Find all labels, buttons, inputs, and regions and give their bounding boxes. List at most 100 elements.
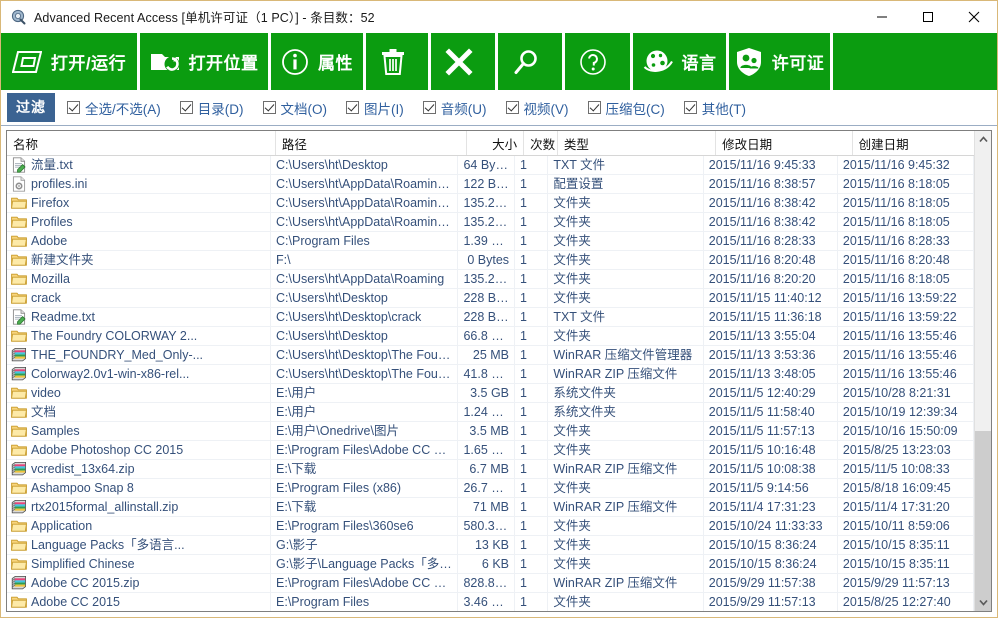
table-row[interactable]: The Foundry COLORWAY 2... C:\Users\ht\Des… (7, 326, 974, 346)
help-button[interactable] (565, 33, 630, 90)
table-row[interactable]: Adobe CC 2015.zip E:\Program Files\Adobe … (7, 573, 974, 593)
cell-path: C:\Users\ht\Desktop\The Foundry COLORWAY… (271, 364, 459, 384)
filter-checkbox-image[interactable]: 图片(I) (346, 98, 404, 118)
table-row[interactable]: Profiles C:\Users\ht\AppData\Roaming\Mozi… (7, 212, 974, 232)
folder-icon (11, 539, 27, 551)
table-row[interactable]: Adobe CC 2015 E:\Program Files 3.46 GB 1 文件夹… (7, 592, 974, 611)
table-row[interactable]: Colorway2.0v1-win-x86-rel... C:\Users\ht\… (7, 364, 974, 384)
folder-icon (11, 444, 27, 456)
cell-modified: 2015/11/15 11:40:12 (704, 288, 838, 308)
table-row[interactable]: Firefox C:\Users\ht\AppData\Roaming\Mozil… (7, 193, 974, 213)
checkbox-icon[interactable] (505, 101, 519, 114)
delete-button[interactable] (366, 33, 428, 90)
table-row[interactable]: Language Packs「多语言... G:\影子 13 KB 1 文件夹 2015/… (7, 535, 974, 555)
checkbox-icon[interactable] (67, 101, 80, 114)
cell-created: 2015/11/16 8:18:05 (838, 174, 974, 194)
table-row[interactable]: rtx2015formal_allinstall.zip E:\下载 71 MB 1 W… (7, 497, 974, 517)
checkbox-icon[interactable] (422, 101, 436, 114)
column-header-type[interactable]: 类型 (558, 131, 717, 155)
checkbox-icon[interactable] (262, 101, 276, 114)
cell-name: rtx2015formal_allinstall.zip (7, 497, 272, 517)
file-list: 名称 路径 大小 次数 类型 修改日期 创建日期 流量.txt C:\Users\… (6, 130, 992, 612)
open-run-button[interactable]: 打开/运行 (1, 33, 137, 90)
vertical-scrollbar[interactable] (974, 131, 991, 611)
column-header-name[interactable]: 名称 (7, 131, 276, 155)
table-row[interactable]: Adobe C:\Program Files 1.39 GB 1 文件夹 2015/11/… (7, 231, 974, 251)
properties-label: 属性 (318, 54, 353, 73)
cell-modified: 2015/11/5 12:40:29 (704, 383, 838, 403)
filter-label-select-all: 全选/不选(A) (85, 101, 161, 117)
table-row[interactable]: Simplified Chinese G:\影子\Language Packs「多… (7, 554, 974, 574)
close-x-icon (444, 47, 473, 76)
table-row[interactable]: profiles.ini C:\Users\ht\AppData\Roaming\… (7, 174, 974, 194)
column-header-path[interactable]: 路径 (276, 131, 467, 155)
table-row[interactable]: Samples E:\用户\Onedrive\图片 3.5 MB 1 文件夹 2015/1… (7, 421, 974, 441)
cell-created: 2015/11/16 9:45:32 (838, 156, 974, 175)
minimize-button[interactable] (859, 1, 905, 32)
scrollbar-thumb[interactable] (975, 431, 991, 611)
filter-checkbox-directory[interactable]: 目录(D) (179, 98, 244, 118)
cell-name: Adobe CC 2015 (7, 592, 272, 611)
cell-count: 1 (515, 478, 549, 498)
checkbox-icon[interactable] (587, 101, 601, 114)
close-button[interactable] (951, 1, 997, 32)
cell-size: 228 Bytes (458, 288, 516, 308)
cell-modified: 2015/11/16 8:38:42 (704, 193, 838, 213)
scroll-down-button[interactable] (975, 594, 991, 611)
table-row[interactable]: crack C:\Users\ht\Desktop 228 Bytes 1 文件夹 201… (7, 288, 974, 308)
cell-created: 2015/10/19 12:39:34 (838, 402, 974, 422)
column-header-count[interactable]: 次数 (524, 131, 558, 155)
cell-modified: 2015/10/24 11:33:33 (704, 516, 838, 536)
table-row[interactable]: Mozilla C:\Users\ht\AppData\Roaming 135.2 … (7, 269, 974, 289)
table-row[interactable]: Ashampoo Snap 8 E:\Program Files (x86) 26.… (7, 478, 974, 498)
folder-icon (11, 596, 27, 608)
cell-name: Adobe Photoshop CC 2015 (7, 440, 272, 460)
table-row[interactable]: THE_FOUNDRY_Med_Only-... C:\Users\ht\Desk… (7, 345, 974, 365)
checkbox-icon[interactable] (683, 101, 697, 114)
checkbox-icon[interactable] (179, 101, 193, 114)
license-button[interactable]: 许可证 (729, 33, 830, 90)
table-row[interactable]: vcredist_13x64.zip E:\下载 6.7 MB 1 WinRAR ZIP… (7, 459, 974, 479)
table-row[interactable]: 文档 E:\用户 1.24 GB 1 系统文件夹 2015/11/5 11:58:40 20… (7, 402, 974, 422)
column-header-modified[interactable]: 修改日期 (716, 131, 853, 155)
search-button[interactable] (498, 33, 562, 90)
cell-size: 228 Bytes (458, 307, 516, 327)
table-row[interactable]: Readme.txt C:\Users\ht\Desktop\crack 228 B… (7, 307, 974, 327)
filter-checkbox-audio[interactable]: 音频(U) (422, 98, 487, 118)
table-row[interactable]: Adobe Photoshop CC 2015 E:\Program Files\… (7, 440, 974, 460)
properties-button[interactable]: 属性 (271, 33, 363, 90)
window-controls (859, 1, 997, 32)
cell-created: 2015/11/16 8:18:05 (838, 212, 974, 232)
checkbox-icon[interactable] (346, 101, 359, 114)
table-row[interactable]: 流量.txt C:\Users\ht\Desktop 64 Bytes 1 TXT 文件… (7, 156, 974, 175)
table-row[interactable]: 新建文件夹 F:\ 0 Bytes 1 文件夹 2015/11/16 8:20:48 201… (7, 250, 974, 270)
column-header-size[interactable]: 大小 (467, 131, 525, 155)
file-name-label: rtx2015formal_allinstall.zip (31, 500, 179, 514)
filter-checkbox-select-all[interactable]: 全选/不选(A) (67, 98, 161, 118)
remove-button[interactable] (431, 33, 495, 90)
maximize-button[interactable] (905, 1, 951, 32)
language-button[interactable]: 语言 (633, 33, 726, 90)
open-location-button[interactable]: 打开位置 (140, 33, 268, 90)
cell-modified: 2015/11/16 9:45:33 (704, 156, 838, 175)
filter-label-directory: 目录(D) (197, 101, 244, 117)
cell-modified: 2015/11/16 8:38:57 (704, 174, 838, 194)
filter-checkbox-video[interactable]: 视频(V) (505, 98, 569, 118)
filter-checkbox-archive[interactable]: 压缩包(C) (587, 98, 665, 118)
txt-file-icon (12, 157, 26, 173)
filter-label: 过滤 (7, 93, 55, 122)
cell-name: Colorway2.0v1-win-x86-rel... (7, 364, 272, 384)
cell-size: 6.7 MB (458, 459, 516, 479)
cell-created: 2015/11/16 8:18:05 (838, 269, 974, 289)
cell-count: 1 (515, 592, 549, 611)
filter-checkbox-other[interactable]: 其他(T) (683, 98, 746, 118)
table-row[interactable]: video E:\用户 3.5 GB 1 系统文件夹 2015/11/5 12:40:29… (7, 383, 974, 403)
cell-name: Adobe CC 2015.zip (7, 573, 272, 593)
folder-icon (11, 216, 27, 228)
archive-icon (11, 500, 26, 514)
table-row[interactable]: Application E:\Program Files\360se6 580.3 … (7, 516, 974, 536)
filter-checkbox-document[interactable]: 文档(O) (262, 98, 327, 118)
scroll-up-button[interactable] (975, 131, 991, 148)
column-header-created[interactable]: 创建日期 (853, 131, 991, 155)
cell-modified: 2015/11/5 11:57:13 (704, 421, 838, 441)
